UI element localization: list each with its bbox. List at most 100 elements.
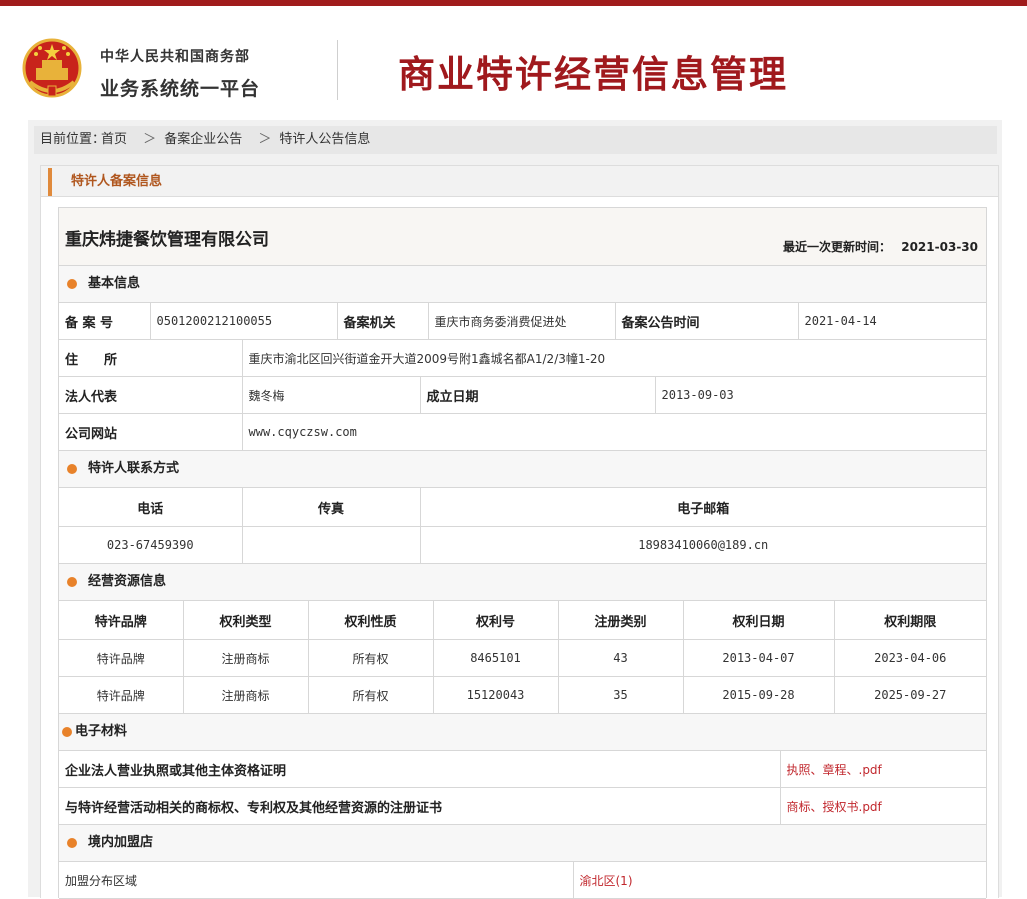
breadcrumb-separator: ＞ — [143, 132, 157, 147]
table-cell: 注册商标 — [183, 639, 309, 677]
contact-table: 电话 传真 电子邮箱 023-67459390 18983410060@189.… — [59, 488, 986, 564]
table-cell: 15120043 — [433, 676, 559, 714]
table-cell: 特许品牌 — [59, 639, 184, 677]
column-header: 权利日期 — [683, 601, 835, 640]
basic-info-table-2: 住 所 重庆市渝北区回兴街道金开大道2009号附1鑫城名都A1/2/3幢1-20… — [59, 340, 986, 451]
website-label: 公司网站 — [59, 413, 243, 451]
bullet-icon — [67, 279, 77, 289]
section-title: 境内加盟店 — [88, 835, 154, 850]
legal-rep-label: 法人代表 — [59, 376, 243, 414]
table-cell: 2025-09-27 — [834, 676, 986, 714]
table-cell: 2013-04-07 — [683, 639, 835, 677]
bullet-icon — [62, 727, 72, 737]
panel-header-accent — [48, 168, 52, 196]
company-name: 重庆炜捷餐饮管理有限公司 — [65, 230, 269, 250]
email-value: 18983410060@189.cn — [420, 526, 986, 564]
bullet-icon — [67, 838, 77, 848]
table-row: 法人代表 魏冬梅 成立日期 2013-09-03 — [59, 376, 986, 414]
franchisor-detail-card: 重庆炜捷餐饮管理有限公司 最近一次更新时间： 2021-03-30 基本信息 备… — [58, 207, 987, 899]
legal-rep-value: 魏冬梅 — [242, 376, 421, 414]
table-cell: 43 — [558, 639, 684, 677]
phone-value: 023-67459390 — [59, 526, 243, 564]
section-title: 经营资源信息 — [88, 574, 167, 589]
breadcrumb: 目前位置：首页 ＞ 备案企业公告 ＞ 特许人公告信息 — [34, 126, 997, 154]
section-domestic-stores: 境内加盟店 — [59, 825, 986, 862]
table-row: 住 所 重庆市渝北区回兴街道金开大道2009号附1鑫城名都A1/2/3幢1-20 — [59, 340, 986, 377]
table-cell: 注册商标 — [183, 676, 309, 714]
founded-label: 成立日期 — [420, 376, 656, 414]
material-file-link[interactable]: 商标、授权书.pdf — [780, 787, 986, 825]
announce-date-value: 2021-04-14 — [798, 303, 986, 340]
table-row: 与特许经营活动相关的商标权、专利权及其他经营资源的注册证书 商标、授权书.pdf — [59, 787, 986, 825]
section-title: 特许人联系方式 — [88, 461, 180, 476]
column-header: 权利号 — [433, 601, 559, 640]
table-cell: 特许品牌 — [59, 676, 184, 714]
ministry-line1: 中华人民共和国商务部 — [100, 49, 250, 65]
section-title: 基本信息 — [88, 276, 141, 291]
bullet-icon — [67, 577, 77, 587]
table-row: 加盟分布区域 渝北区(1) — [59, 862, 986, 899]
bullet-icon — [67, 464, 77, 474]
table-row: 特许品牌 注册商标 所有权 15120043 35 2015-09-28 202… — [59, 676, 986, 714]
table-row: 023-67459390 18983410060@189.cn — [59, 526, 986, 564]
website-value[interactable]: www.cqyczsw.com — [242, 413, 986, 451]
company-header: 重庆炜捷餐饮管理有限公司 最近一次更新时间： 2021-03-30 — [59, 208, 986, 266]
column-header: 传真 — [242, 488, 421, 527]
announce-date-label: 备案公告时间 — [615, 303, 799, 340]
table-row: 公司网站 www.cqyczsw.com — [59, 413, 986, 451]
materials-table: 企业法人营业执照或其他主体资格证明 执照、章程、.pdf 与特许经营活动相关的商… — [59, 751, 986, 825]
page-header: 中华人民共和国商务部 业务系统统一平台 商业特许经营信息管理 — [0, 6, 1027, 120]
material-file-link[interactable]: 执照、章程、.pdf — [780, 751, 986, 788]
ministry-name: 中华人民共和国商务部 业务系统统一平台 — [100, 46, 260, 101]
breadcrumb-home[interactable]: 首页 — [101, 132, 127, 147]
national-emblem-icon — [22, 38, 82, 98]
table-row: 特许品牌 注册商标 所有权 8465101 43 2013-04-07 2023… — [59, 639, 986, 677]
ministry-line2: 业务系统统一平台 — [100, 78, 261, 100]
section-title: 电子材料 — [75, 724, 128, 739]
address-label: 住 所 — [59, 340, 243, 377]
table-row: 企业法人营业执照或其他主体资格证明 执照、章程、.pdf — [59, 751, 986, 788]
authority-value: 重庆市商务委消费促进处 — [428, 303, 616, 340]
address-value: 重庆市渝北区回兴街道金开大道2009号附1鑫城名都A1/2/3幢1-20 — [242, 340, 986, 377]
column-header: 权利类型 — [183, 601, 309, 640]
basic-info-table: 备 案 号 0501200212100055 备案机关 重庆市商务委消费促进处 … — [59, 303, 986, 340]
material-label: 与特许经营活动相关的商标权、专利权及其他经营资源的注册证书 — [59, 787, 781, 825]
table-cell: 所有权 — [308, 676, 434, 714]
record-no-value: 0501200212100055 — [150, 303, 338, 340]
section-basic-info: 基本信息 — [59, 266, 986, 303]
section-contact: 特许人联系方式 — [59, 451, 986, 488]
table-cell: 8465101 — [433, 639, 559, 677]
table-row: 备 案 号 0501200212100055 备案机关 重庆市商务委消费促进处 … — [59, 303, 986, 340]
region-label: 加盟分布区域 — [59, 862, 574, 899]
table-cell: 2015-09-28 — [683, 676, 835, 714]
table-header-row: 电话 传真 电子邮箱 — [59, 488, 986, 527]
panel-title: 特许人备案信息 — [71, 174, 163, 189]
founded-value: 2013-09-03 — [655, 376, 986, 414]
authority-label: 备案机关 — [337, 303, 429, 340]
breadcrumb-prefix: 目前位置： — [40, 132, 106, 147]
header-divider — [337, 40, 338, 100]
panel-header: 特许人备案信息 — [41, 166, 998, 197]
section-materials: 电子材料 — [59, 714, 986, 751]
resources-table: 特许品牌 权利类型 权利性质 权利号 注册类别 权利日期 权利期限 特许品牌 注… — [59, 601, 986, 714]
region-link[interactable]: 渝北区(1) — [573, 862, 986, 899]
record-no-label: 备 案 号 — [59, 303, 151, 340]
last-update: 最近一次更新时间： 2021-03-30 — [783, 238, 978, 255]
breadcrumb-current: 特许人公告信息 — [279, 132, 371, 147]
column-header: 权利期限 — [834, 601, 986, 640]
table-cell: 2023-04-06 — [834, 639, 986, 677]
breadcrumb-filing-announcement[interactable]: 备案企业公告 — [164, 132, 242, 147]
fax-value — [242, 526, 421, 564]
table-header-row: 特许品牌 权利类型 权利性质 权利号 注册类别 权利日期 权利期限 — [59, 601, 986, 640]
breadcrumb-separator: ＞ — [258, 132, 272, 147]
system-title: 商业特许经营信息管理 — [398, 53, 788, 96]
table-cell: 所有权 — [308, 639, 434, 677]
column-header: 电话 — [59, 488, 243, 527]
last-update-label: 最近一次更新时间： — [783, 240, 892, 254]
section-resources: 经营资源信息 — [59, 564, 986, 601]
last-update-date: 2021-03-30 — [901, 240, 978, 254]
column-header: 注册类别 — [558, 601, 684, 640]
column-header: 权利性质 — [308, 601, 434, 640]
material-label: 企业法人营业执照或其他主体资格证明 — [59, 751, 781, 788]
column-header: 电子邮箱 — [420, 488, 986, 527]
